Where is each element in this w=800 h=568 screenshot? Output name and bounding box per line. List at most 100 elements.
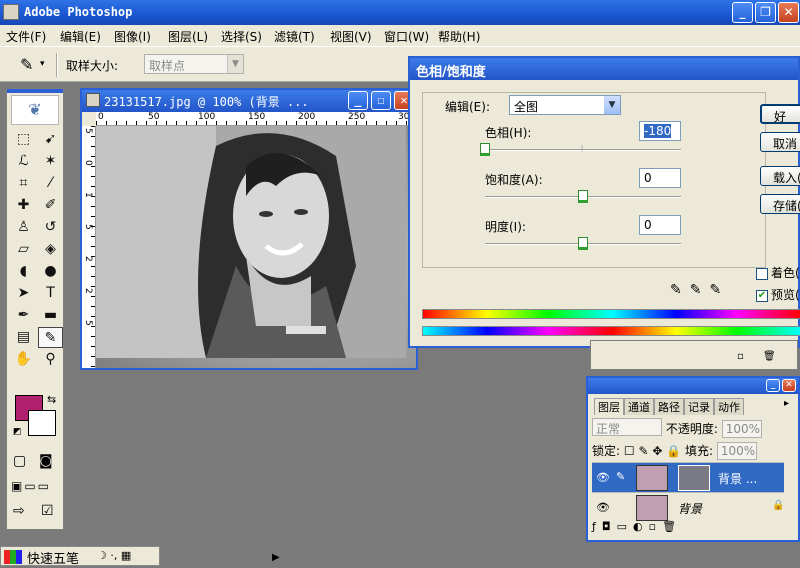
close-button[interactable]: ✕ xyxy=(778,2,799,23)
colorize-checkbox[interactable]: 着色( xyxy=(756,264,800,281)
lock-transparency-icon[interactable]: ☐ xyxy=(624,444,635,458)
menu-layer[interactable]: 图层(L) xyxy=(168,28,208,45)
eyedropper-tool-icon[interactable]: ✎ xyxy=(38,327,63,348)
new-group-icon[interactable]: ▭ xyxy=(617,520,633,533)
eraser-tool-icon[interactable]: ▱ xyxy=(11,239,36,260)
type-tool-icon[interactable]: T xyxy=(38,283,63,304)
tab-paths[interactable]: 路径 xyxy=(654,398,684,415)
colorize-checkbox-box[interactable] xyxy=(756,267,768,280)
layer-row-background[interactable]: 👁 背景 🔒 xyxy=(592,492,784,522)
hue-input[interactable]: -180 xyxy=(639,121,681,141)
ok-button[interactable]: 好 xyxy=(760,104,800,124)
eyedropper-minus-icon[interactable]: ✎ xyxy=(709,282,729,298)
history-brush-tool-icon[interactable]: ↺ xyxy=(38,217,63,238)
shape-tool-icon[interactable]: ▬ xyxy=(38,305,63,326)
jump-to-imageready-icon[interactable]: ⇨ xyxy=(13,503,25,519)
panel-close-button[interactable]: ✕ xyxy=(782,379,796,392)
opacity-input[interactable]: 100% xyxy=(721,420,762,438)
healing-brush-tool-icon[interactable]: ✚ xyxy=(11,195,36,216)
visibility-eye-icon[interactable]: 👁 xyxy=(596,471,610,484)
checkbox-tool-icon[interactable]: ☑ xyxy=(41,503,54,519)
lock-image-icon[interactable]: ✎ xyxy=(638,444,648,458)
zoom-tool-icon[interactable]: ⚲ xyxy=(38,349,63,370)
tab-history[interactable]: 记录 xyxy=(684,398,714,415)
panel-minimize-button[interactable]: _ xyxy=(766,379,780,392)
status-bar-arrow-icon[interactable]: ▶ xyxy=(272,552,280,563)
trash-icon[interactable]: 🗑 xyxy=(662,520,682,533)
standard-mode-icon[interactable]: ▢ xyxy=(13,453,26,469)
lock-position-icon[interactable]: ✥ xyxy=(652,444,662,458)
tab-channels[interactable]: 通道 xyxy=(624,398,654,415)
eyedropper-plus-icon[interactable]: ✎ xyxy=(690,282,710,298)
hand-tool-icon[interactable]: ✋ xyxy=(11,349,36,370)
new-document-icon[interactable]: ▫ xyxy=(737,351,744,362)
tool-preset-picker[interactable]: ✎ ▾ xyxy=(6,53,48,77)
clone-stamp-tool-icon[interactable]: ♙ xyxy=(11,217,36,238)
vertical-ruler[interactable]: 5 0 1 5 2 2 5 xyxy=(82,126,96,368)
saturation-slider-thumb[interactable] xyxy=(578,190,588,203)
feather-logo-icon[interactable]: ❦ xyxy=(11,95,59,125)
sample-size-select[interactable]: 取样点 ▼ xyxy=(144,54,244,74)
document-title-bar[interactable]: 23131517.jpg @ 100% (背景 ... _ ☐ ✕ xyxy=(82,90,416,112)
visibility-eye-icon[interactable]: 👁 xyxy=(596,501,610,514)
load-button[interactable]: 载入( xyxy=(760,166,800,186)
dodge-tool-icon[interactable]: ● xyxy=(38,261,63,282)
ime-mode-icons[interactable]: ☽ ·, ▦ xyxy=(97,549,131,562)
edit-range-select[interactable]: 全图 ▼ xyxy=(509,95,621,115)
layer-style-icon[interactable]: ƒ xyxy=(592,520,602,533)
default-colors-icon[interactable]: ◩ xyxy=(13,427,22,437)
menu-help[interactable]: 帮助(H) xyxy=(438,28,480,45)
blur-tool-icon[interactable]: ◖ xyxy=(11,261,36,282)
toolbox-caption[interactable] xyxy=(7,89,63,93)
crop-tool-icon[interactable]: ⌗ xyxy=(11,173,36,194)
check-icon[interactable]: ✔ xyxy=(756,289,768,302)
move-tool-icon[interactable]: ➹ xyxy=(38,129,63,150)
cancel-button[interactable]: 取消 xyxy=(760,132,800,152)
lightness-slider-thumb[interactable] xyxy=(578,237,588,250)
pen-tool-icon[interactable]: ✒ xyxy=(11,305,36,326)
new-layer-icon[interactable]: ▫ xyxy=(649,520,662,533)
brush-tool-icon[interactable]: ✐ xyxy=(38,195,63,216)
layer-row-adjustment[interactable]: 👁 ✎ 背景 ... xyxy=(592,462,784,492)
lasso-tool-icon[interactable]: ℒ xyxy=(11,151,36,172)
canvas-photo[interactable] xyxy=(96,126,416,368)
eyedropper-icon[interactable]: ✎ xyxy=(670,282,690,298)
preview-checkbox[interactable]: ✔ 预览( xyxy=(756,286,800,303)
screen-mode-icons[interactable]: ▣▭▭ xyxy=(11,479,51,493)
paint-bucket-tool-icon[interactable]: ◈ xyxy=(38,239,63,260)
notes-tool-icon[interactable]: ▤ xyxy=(11,327,36,348)
magic-wand-tool-icon[interactable]: ✶ xyxy=(38,151,63,172)
path-selection-tool-icon[interactable]: ➤ xyxy=(11,283,36,304)
menu-select[interactable]: 选择(S) xyxy=(221,28,262,45)
trash-icon[interactable]: 🗑 xyxy=(763,351,776,362)
swap-colors-icon[interactable]: ⇆ xyxy=(47,393,56,406)
ime-logo-icon[interactable] xyxy=(4,550,22,564)
doc-minimize-button[interactable]: _ xyxy=(348,91,368,110)
quick-mask-mode-icon[interactable]: ◙ xyxy=(39,453,53,469)
panel-menu-icon[interactable]: ▸ xyxy=(784,398,789,409)
lock-all-icon[interactable]: 🔒 xyxy=(666,444,681,458)
hue-slider-thumb[interactable] xyxy=(480,143,490,156)
saturation-input[interactable]: 0 xyxy=(639,168,681,188)
menu-window[interactable]: 窗口(W) xyxy=(384,28,429,45)
layers-panel-caption[interactable]: _ ✕ xyxy=(588,378,798,394)
doc-maximize-button[interactable]: ☐ xyxy=(371,91,391,110)
minimize-button[interactable]: _ xyxy=(732,2,753,23)
tab-layers[interactable]: 图层 xyxy=(594,398,624,415)
horizontal-ruler[interactable]: 0 50 100 150 200 250 300 xyxy=(96,112,416,126)
menu-filter[interactable]: 滤镜(T) xyxy=(274,28,315,45)
menu-file[interactable]: 文件(F) xyxy=(6,28,46,45)
marquee-tool-icon[interactable]: ⬚ xyxy=(11,129,36,150)
ime-name[interactable]: 快速五笔 xyxy=(27,548,79,567)
add-mask-icon[interactable]: ◘ xyxy=(602,520,617,533)
adjustment-layer-icon[interactable]: ◐ xyxy=(633,520,649,533)
fill-input[interactable]: 100% xyxy=(716,442,757,460)
menu-image[interactable]: 图像(I) xyxy=(114,28,151,45)
slice-tool-icon[interactable]: ⁄ xyxy=(38,173,63,194)
background-color-swatch[interactable] xyxy=(28,410,56,436)
dialog-title[interactable]: 色相/饱和度 xyxy=(410,58,798,80)
menu-view[interactable]: 视图(V) xyxy=(330,28,372,45)
lightness-input[interactable]: 0 xyxy=(639,215,681,235)
save-button[interactable]: 存储( xyxy=(760,194,800,214)
menu-edit[interactable]: 编辑(E) xyxy=(60,28,101,45)
